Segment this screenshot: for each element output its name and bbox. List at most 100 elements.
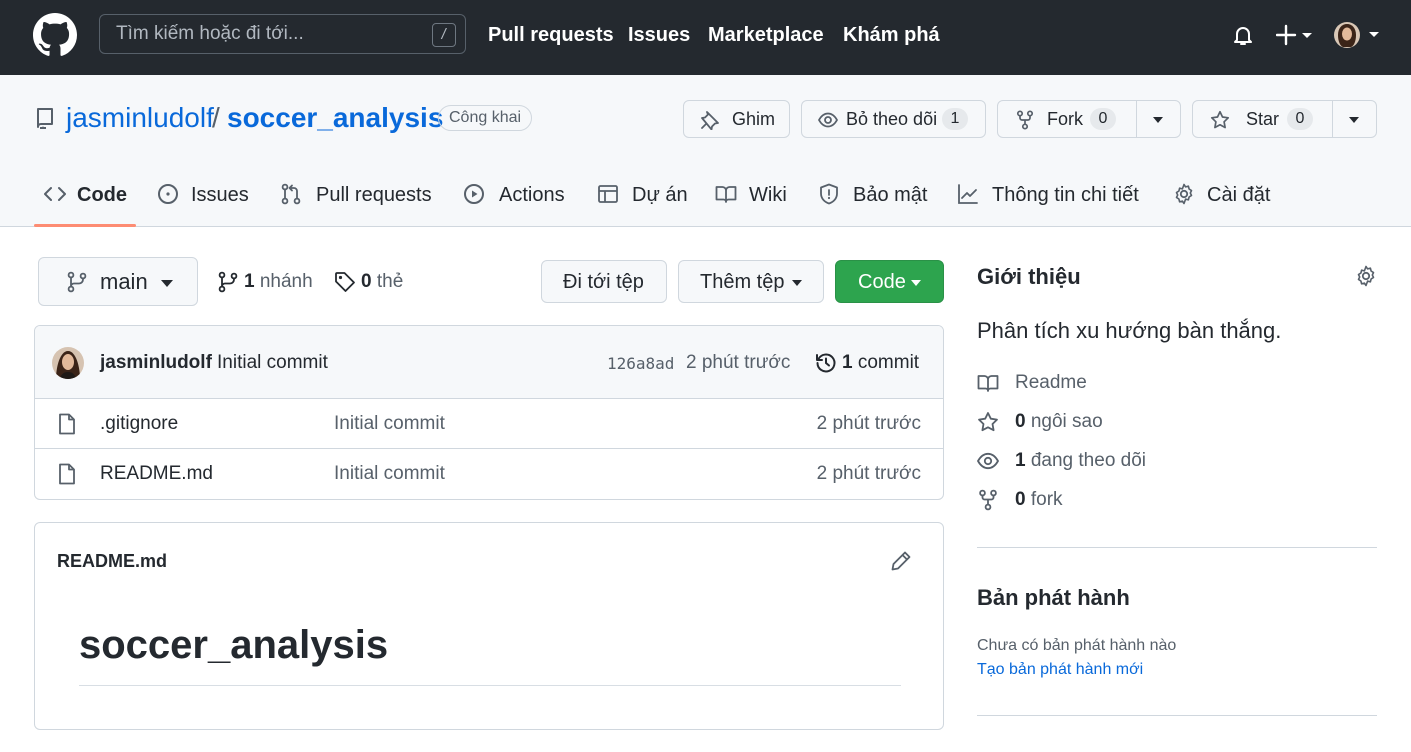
commit-time: 2 phút trước <box>686 352 791 373</box>
repo-name-link[interactable]: soccer_analysis <box>227 101 443 135</box>
code-download-button[interactable]: Code <box>835 260 944 303</box>
create-new-menu-icon[interactable] <box>1276 23 1316 47</box>
branch-select-button[interactable]: main <box>38 257 198 306</box>
nav-pull-requests[interactable]: Pull requests <box>488 23 614 47</box>
gear-icon <box>1175 183 1193 205</box>
fork-counter: 0 <box>1090 108 1116 130</box>
tab-code-label: Code <box>77 184 127 206</box>
file-row[interactable]: .gitignore Initial commit 2 phút trước <box>35 399 943 449</box>
file-commit-message-link[interactable]: Initial commit <box>334 413 445 435</box>
global-header: / Pull requests Issues Marketplace Khám … <box>0 0 1411 75</box>
readme-panel: README.md soccer_analysis <box>34 522 944 730</box>
commit-author-link[interactable]: jasminludolf <box>100 352 212 374</box>
goto-file-button[interactable]: Đi tới tệp <box>541 260 667 303</box>
nav-explore[interactable]: Khám phá <box>843 23 940 47</box>
branch-icon <box>67 271 87 293</box>
pin-button[interactable]: Ghim <box>683 100 790 138</box>
branch-count-label: nhánh <box>259 271 313 292</box>
branch-count: 1 <box>244 271 255 292</box>
readme-link-label: Readme <box>1015 372 1087 393</box>
tab-wiki[interactable]: Wiki <box>715 180 790 210</box>
tab-projects[interactable]: Dự án <box>597 180 688 210</box>
tab-code[interactable]: Code <box>44 180 128 210</box>
pin-label: Ghim <box>732 109 776 129</box>
bell-icon[interactable] <box>1231 23 1255 47</box>
fork-split-divider <box>1136 101 1137 137</box>
file-icon <box>59 413 75 435</box>
tab-settings[interactable]: Cài đặt <box>1173 180 1273 210</box>
watchers-link[interactable]: 1 đang theo dõi <box>977 449 1147 473</box>
releases-title[interactable]: Bản phát hành <box>977 585 1130 611</box>
star-button[interactable]: Star 0 <box>1193 101 1332 137</box>
fork-icon <box>979 489 997 511</box>
tag-icon <box>335 272 355 292</box>
code-icon <box>44 187 66 201</box>
tab-actions[interactable]: Actions <box>463 180 567 210</box>
file-commit-message-link[interactable]: Initial commit <box>334 463 445 485</box>
tab-security-label: Bảo mật <box>853 184 928 206</box>
tab-insights-label: Thông tin chi tiết <box>992 184 1139 206</box>
branch-icon <box>218 271 238 293</box>
gear-icon[interactable] <box>1355 265 1377 287</box>
repo-owner-link[interactable]: jasminludolf <box>66 101 214 135</box>
file-list: jasminludolf Initial commit 126a8ad 2 ph… <box>34 325 944 500</box>
play-icon <box>464 184 484 204</box>
star-button-group: Star 0 <box>1192 100 1377 138</box>
forks-link[interactable]: 0 fork <box>977 488 1077 512</box>
stars-label: ngôi sao <box>1030 411 1103 432</box>
tab-security[interactable]: Bảo mật <box>818 180 928 210</box>
nav-marketplace[interactable]: Marketplace <box>708 23 824 47</box>
unwatch-button[interactable]: Bỏ theo dõi 1 <box>801 100 986 138</box>
user-avatar-menu[interactable] <box>1333 21 1379 49</box>
readme-link[interactable]: Readme <box>977 371 1107 395</box>
add-file-button[interactable]: Thêm tệp <box>678 260 824 303</box>
watch-counter: 1 <box>942 108 968 130</box>
pull-request-icon <box>281 183 301 205</box>
shield-icon <box>820 183 838 205</box>
tab-insights[interactable]: Thông tin chi tiết <box>957 180 1142 210</box>
tab-actions-label: Actions <box>499 184 565 206</box>
file-name-link[interactable]: README.md <box>100 463 213 485</box>
tab-issues[interactable]: Issues <box>157 180 249 210</box>
code-button-label: Code <box>858 271 906 293</box>
nav-issues[interactable]: Issues <box>628 23 690 47</box>
tag-count-label: thẻ <box>376 271 404 292</box>
file-name-link[interactable]: .gitignore <box>100 413 178 435</box>
file-row[interactable]: README.md Initial commit 2 phút trước <box>35 449 943 499</box>
watching-count: 1 <box>1015 450 1026 471</box>
eye-icon <box>977 452 999 470</box>
create-release-link[interactable]: Tạo bản phát hành mới <box>977 660 1143 680</box>
pencil-icon[interactable] <box>890 550 912 572</box>
branch-name: main <box>100 269 148 294</box>
commit-message-link[interactable]: Initial commit <box>217 352 328 374</box>
history-icon <box>816 353 836 373</box>
sidebar-divider <box>977 547 1377 548</box>
star-icon <box>978 412 998 432</box>
book-icon <box>977 375 999 392</box>
stars-count: 0 <box>1015 411 1026 432</box>
branches-link[interactable]: 1 nhánh <box>217 270 317 294</box>
tab-pull-requests[interactable]: Pull requests <box>280 180 432 210</box>
fork-icon <box>1016 110 1034 130</box>
commit-sha-link[interactable]: 126a8ad <box>607 354 674 374</box>
search-input[interactable] <box>116 15 416 53</box>
stars-link[interactable]: 0 ngôi sao <box>977 410 1117 434</box>
tab-pull-requests-label: Pull requests <box>316 184 432 206</box>
forks-count: 0 <box>1015 489 1026 510</box>
active-tab-underline <box>34 224 136 227</box>
repo-path-separator: / <box>212 102 220 133</box>
issue-opened-icon <box>158 184 178 204</box>
file-commit-time: 2 phút trước <box>816 413 921 434</box>
fork-button[interactable]: Fork 0 <box>998 101 1136 137</box>
github-logo-icon[interactable] <box>33 13 77 57</box>
fork-dropdown-caret-icon[interactable] <box>1153 117 1163 123</box>
commit-author-avatar[interactable] <box>52 347 84 379</box>
tab-projects-label: Dự án <box>632 184 688 206</box>
star-label: Star <box>1246 109 1280 129</box>
tags-link[interactable]: 0 thẻ <box>334 270 414 294</box>
star-counter: 0 <box>1287 108 1313 130</box>
star-dropdown-caret-icon[interactable] <box>1349 117 1359 123</box>
sidebar-divider <box>977 715 1377 716</box>
global-search[interactable]: / <box>99 14 466 54</box>
commit-count: 1 <box>842 352 853 373</box>
